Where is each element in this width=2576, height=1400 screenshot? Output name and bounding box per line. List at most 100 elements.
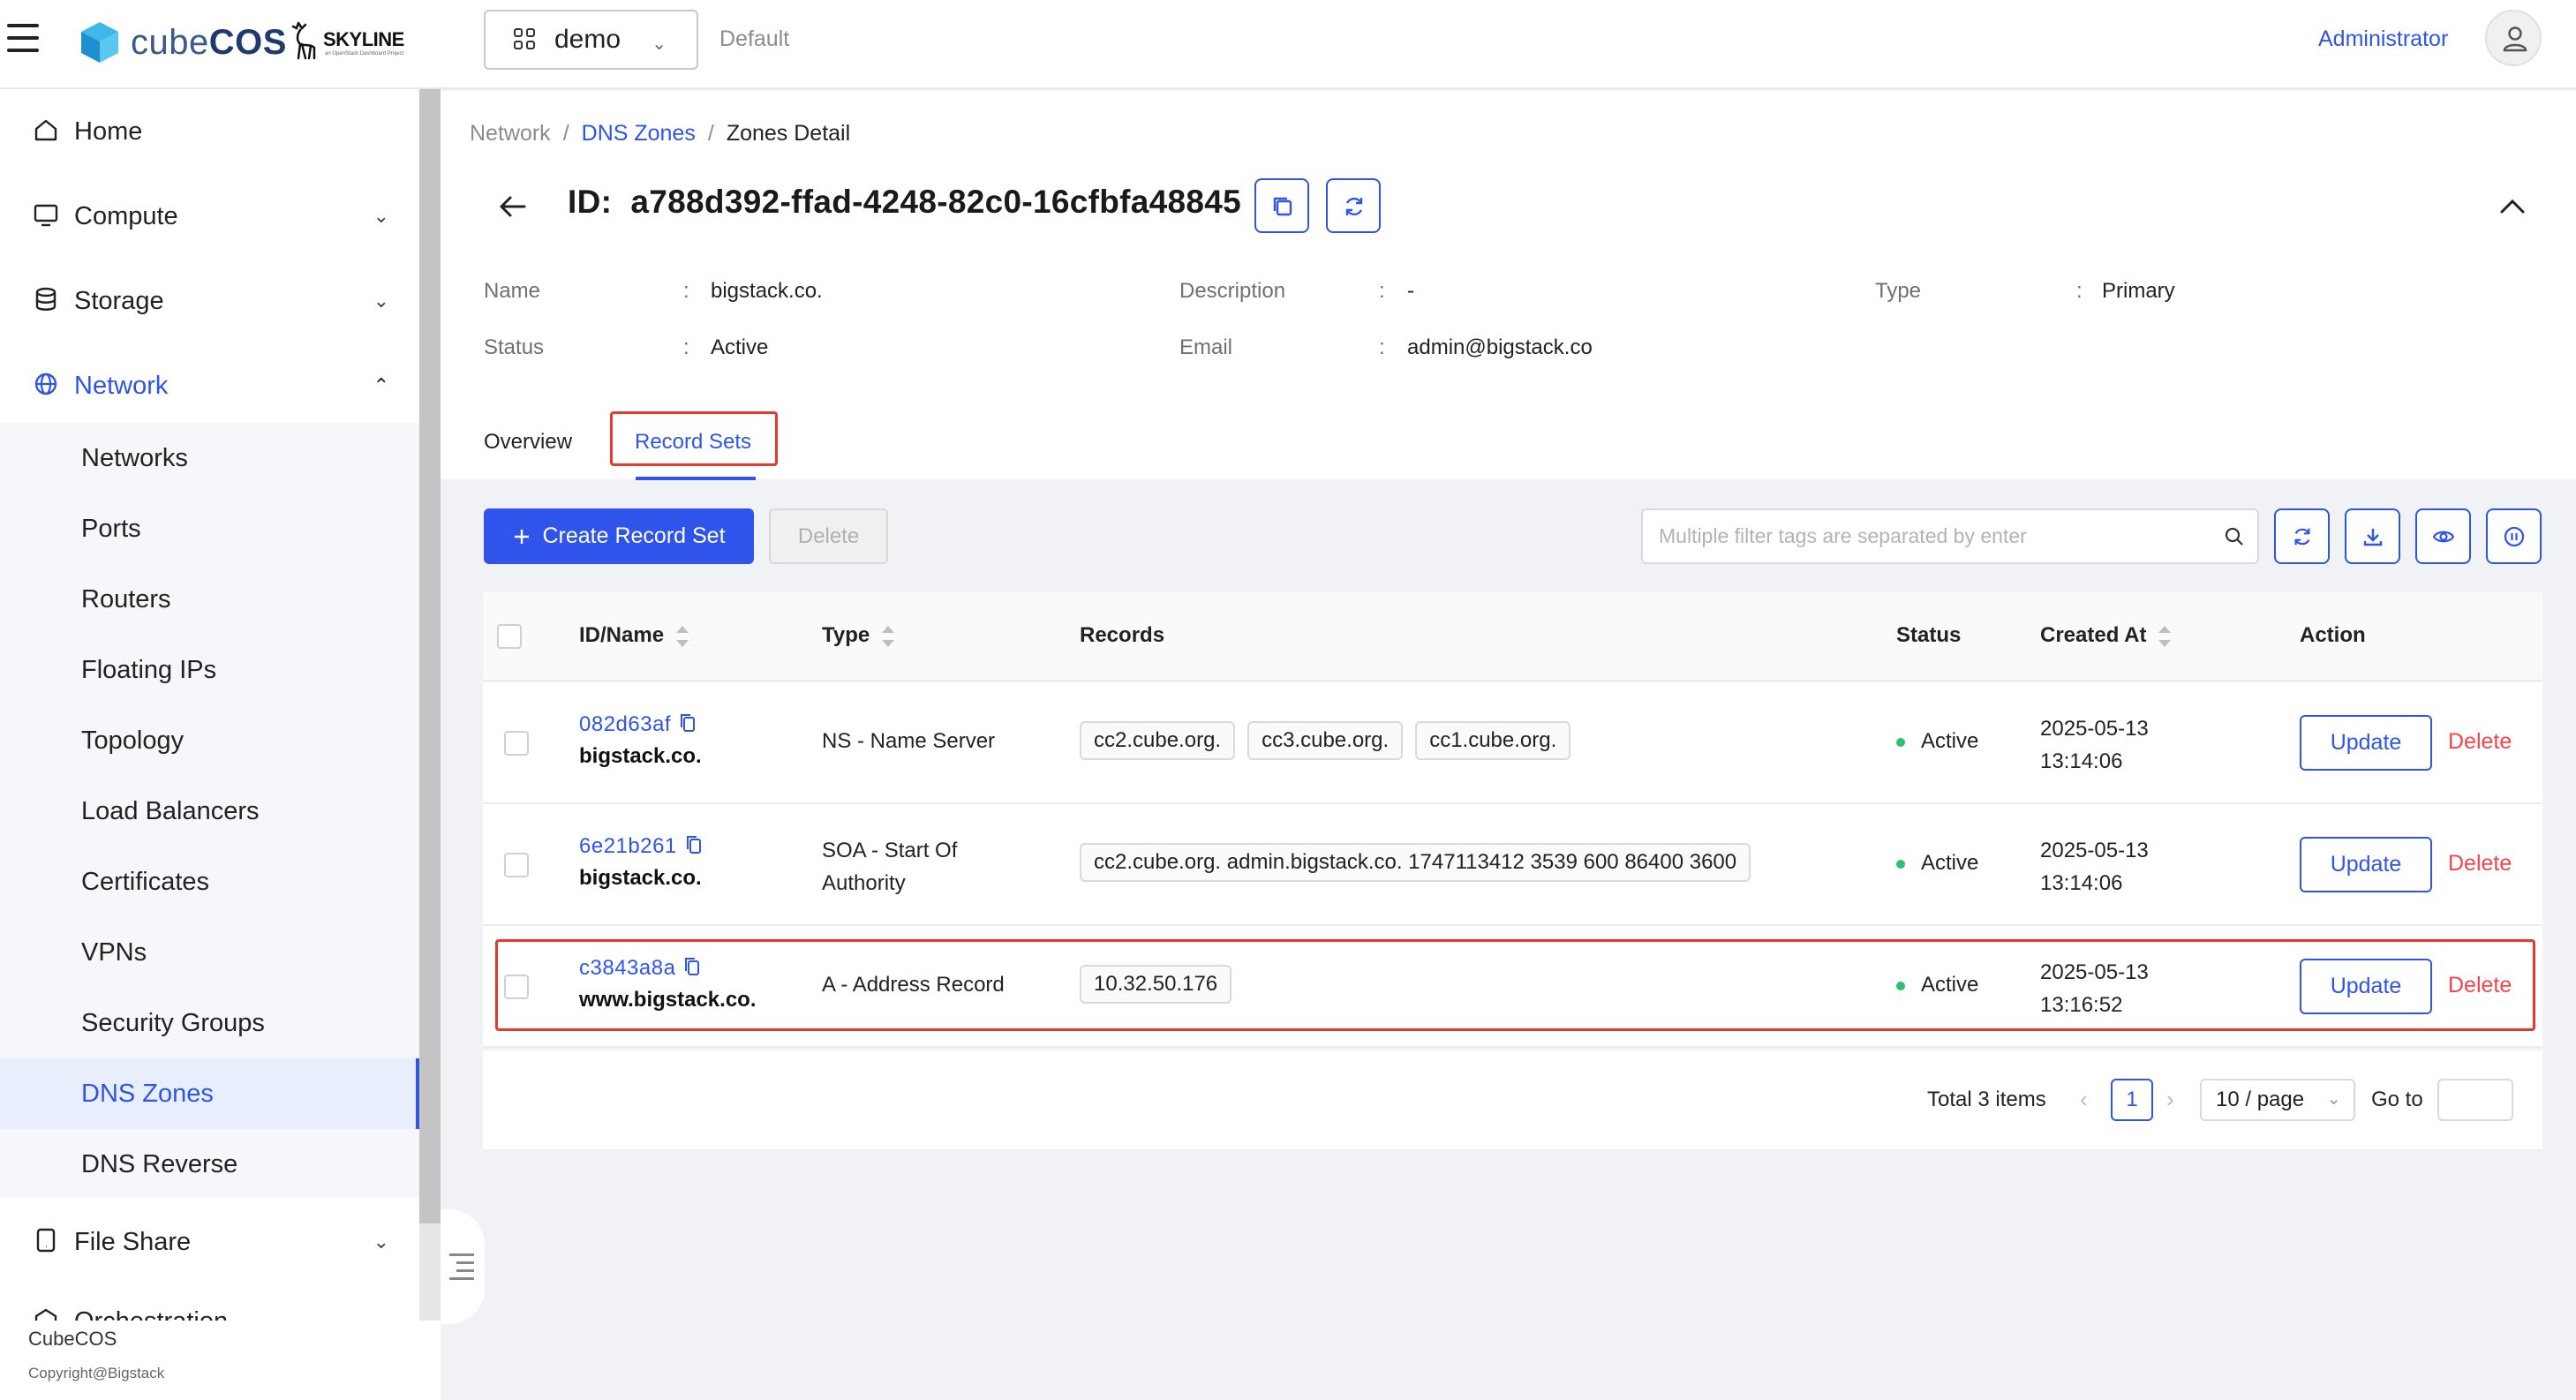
- sidebar-item-compute[interactable]: Compute ⌄: [0, 174, 419, 259]
- copy-icon[interactable]: [686, 835, 702, 854]
- type-label: Type: [1875, 279, 1922, 303]
- sidebar-item-security-groups[interactable]: Security Groups: [0, 988, 419, 1058]
- page-1-button[interactable]: 1: [2111, 1079, 2153, 1121]
- record-tag: cc2.cube.org.: [1080, 721, 1236, 760]
- project-select[interactable]: demo ⌄: [484, 10, 698, 70]
- sidebar-scrollbar[interactable]: [419, 89, 441, 1321]
- tab-overview[interactable]: Overview: [484, 430, 572, 455]
- record-id-link[interactable]: 6e21b261: [579, 834, 677, 858]
- orchestration-icon: [34, 1308, 57, 1321]
- chevron-up-icon[interactable]: [2498, 192, 2527, 221]
- created-at-cell: 2025-05-13 13:14:06: [2040, 712, 2149, 778]
- home-icon: [34, 119, 57, 141]
- copy-icon[interactable]: [680, 713, 696, 733]
- sidebar-item-label: Home: [74, 117, 143, 146]
- pause-icon: [2504, 526, 2525, 547]
- download-button[interactable]: [2345, 508, 2400, 564]
- sidebar-item-floating-ips[interactable]: Floating IPs: [0, 635, 419, 705]
- description-label: Description: [1179, 279, 1286, 303]
- breadcrumb: Network / DNS Zones / Zones Detail: [470, 121, 850, 147]
- record-id-link[interactable]: 082d63af: [579, 712, 671, 736]
- sidebar-item-label: Storage: [74, 286, 164, 315]
- prev-page-icon[interactable]: ‹: [2080, 1086, 2088, 1113]
- sidebar-item-certificates[interactable]: Certificates: [0, 847, 419, 917]
- skyline-text: SKYLINE: [323, 28, 404, 50]
- refresh-detail-button[interactable]: [1326, 178, 1381, 233]
- row-checkbox[interactable]: [504, 853, 529, 877]
- sidebar-item-label: File Share: [74, 1227, 192, 1256]
- sidebar-item-network[interactable]: Network ⌃: [0, 343, 419, 428]
- created-time: 13:14:06: [2040, 871, 2123, 895]
- sidebar-item-ports[interactable]: Ports: [0, 493, 419, 564]
- sidebar-item-label: Orchestration: [74, 1307, 228, 1321]
- sidebar-item-dns-reverse[interactable]: DNS Reverse: [0, 1129, 419, 1200]
- search-input[interactable]: [1659, 524, 2206, 548]
- goto-page-input[interactable]: [2437, 1079, 2513, 1121]
- colon: :: [1379, 279, 1385, 303]
- delete-button[interactable]: Delete: [2448, 851, 2512, 877]
- column-created-at[interactable]: Created At: [2040, 623, 2172, 648]
- update-button[interactable]: Update: [2300, 715, 2432, 771]
- record-name: bigstack.co.: [579, 866, 702, 890]
- refresh-list-button[interactable]: [2274, 508, 2330, 564]
- sidebar-item-file-share[interactable]: File Share ⌄: [0, 1200, 419, 1284]
- select-all-checkbox[interactable]: [497, 624, 522, 649]
- table-row: 082d63af bigstack.co. NS - Name Server c…: [483, 682, 2542, 804]
- sidebar-item-load-balancers[interactable]: Load Balancers: [0, 776, 419, 847]
- column-label: Type: [822, 623, 870, 647]
- skyline-subtitle: an OpenStack Dashboard Project: [325, 51, 404, 56]
- sidebar-item-orchestration[interactable]: Orchestration ⌄: [0, 1279, 419, 1321]
- refresh-icon: [2294, 528, 2310, 546]
- sort-icon: [882, 625, 895, 647]
- create-record-set-button[interactable]: Create Record Set: [484, 508, 754, 564]
- email-label: Email: [1179, 335, 1233, 359]
- sidebar-item-vpns[interactable]: VPNs: [0, 917, 419, 988]
- user-icon: [2503, 26, 2527, 52]
- sidebar: Home Compute ⌄ Storage ⌄ Network ⌃ Netwo…: [0, 89, 419, 1321]
- page-size-select[interactable]: 10 / page ⌄: [2200, 1079, 2355, 1121]
- records-cell: cc2.cube.org. admin.bigstack.co. 1747113…: [1080, 843, 1763, 882]
- pause-refresh-button[interactable]: [2486, 508, 2542, 564]
- copy-id-button[interactable]: [1254, 178, 1309, 233]
- breadcrumb-dns-zones[interactable]: DNS Zones: [582, 121, 696, 146]
- back-arrow-icon[interactable]: [496, 191, 528, 222]
- menu-toggle-icon[interactable]: [7, 24, 39, 52]
- project-name: demo: [554, 25, 621, 54]
- page-size-value: 10 / page: [2216, 1088, 2305, 1111]
- cubecos-logo[interactable]: cubeCOS: [79, 18, 287, 67]
- table-header: [483, 592, 2542, 681]
- avatar[interactable]: [2485, 10, 2542, 66]
- sidebar-item-topology[interactable]: Topology: [0, 705, 419, 776]
- created-at-cell: 2025-05-13 13:14:06: [2040, 834, 2149, 899]
- breadcrumb-separator: /: [562, 121, 569, 146]
- update-button[interactable]: Update: [2300, 837, 2432, 892]
- column-id-name[interactable]: ID/Name: [579, 623, 689, 648]
- record-type: SOA - Start Of Authority: [822, 834, 957, 899]
- apps-icon: [514, 28, 537, 51]
- row-checkbox[interactable]: [504, 731, 529, 756]
- search-box[interactable]: [1641, 508, 2259, 564]
- tab-active-indicator: [636, 477, 756, 480]
- record-type-line: Authority: [822, 871, 906, 895]
- search-icon[interactable]: [2224, 526, 2245, 547]
- highlight-box: [495, 939, 2535, 1031]
- bulk-delete-button[interactable]: Delete: [769, 508, 888, 564]
- delete-button[interactable]: Delete: [2448, 729, 2512, 755]
- status-label: Status: [484, 335, 545, 359]
- colon: :: [1379, 335, 1385, 359]
- scrollbar-thumb[interactable]: [419, 89, 441, 1223]
- plus-icon: [515, 529, 530, 544]
- sort-icon: [2158, 625, 2172, 647]
- sidebar-item-routers[interactable]: Routers: [0, 564, 419, 635]
- chevron-down-icon: ⌄: [373, 205, 389, 227]
- sidebar-collapse-button[interactable]: [441, 1209, 485, 1324]
- sidebar-item-dns-zones[interactable]: DNS Zones: [0, 1058, 419, 1129]
- sidebar-item-storage[interactable]: Storage ⌄: [0, 259, 419, 343]
- column-type[interactable]: Type: [822, 623, 895, 648]
- next-page-icon[interactable]: ›: [2166, 1086, 2174, 1113]
- user-name[interactable]: Administrator: [2318, 26, 2448, 52]
- sidebar-item-home[interactable]: Home: [0, 89, 419, 174]
- sidebar-item-networks[interactable]: Networks: [0, 423, 419, 493]
- column-action: Action: [2300, 623, 2366, 647]
- column-visibility-button[interactable]: [2415, 508, 2471, 564]
